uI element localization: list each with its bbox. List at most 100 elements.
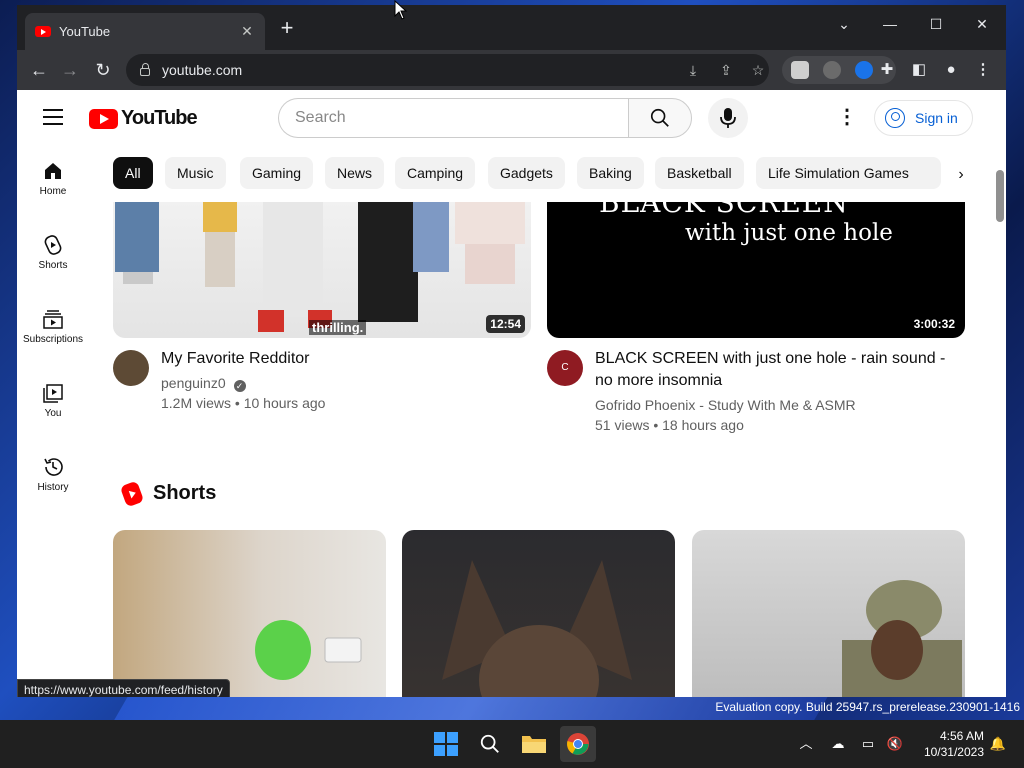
video-thumbnail[interactable]: thrilling. 12:54 bbox=[113, 202, 531, 338]
channel-name[interactable]: penguinz0 ✓ bbox=[161, 373, 246, 393]
chip-gaming[interactable]: Gaming bbox=[240, 157, 314, 189]
new-tab-button[interactable]: + bbox=[275, 17, 299, 41]
tray-overflow-chevron-icon[interactable]: ︿ bbox=[796, 734, 816, 754]
windows-taskbar: ︿ ☁ ▭ 🔇 4:56 AM 10/31/2023 🔔 bbox=[0, 720, 1024, 768]
network-icon[interactable]: ▭ bbox=[858, 734, 878, 754]
taskbar-search-button[interactable] bbox=[472, 726, 508, 762]
tab-search-chevron-icon[interactable]: ⌄ bbox=[821, 11, 867, 37]
thumbnail-overlay-text-2: with just one hole bbox=[685, 220, 893, 246]
chip-life-simulation-games[interactable]: Life Simulation Games bbox=[756, 157, 941, 189]
back-button[interactable]: ← bbox=[27, 58, 51, 82]
short-card[interactable] bbox=[113, 530, 386, 697]
guide-menu-icon[interactable] bbox=[43, 109, 63, 125]
you-icon bbox=[43, 384, 63, 403]
youtube-logo[interactable]: YouTube bbox=[89, 107, 198, 130]
video-title[interactable]: My Favorite Redditor bbox=[161, 348, 521, 370]
chrome-menu-icon[interactable]: ⋮ bbox=[971, 58, 995, 82]
chip-gadgets[interactable]: Gadgets bbox=[488, 157, 565, 189]
video-meta: 1.2M views • 10 hours ago bbox=[161, 395, 326, 411]
settings-menu-icon[interactable]: ⋮ bbox=[837, 107, 857, 128]
side-panel-icon[interactable]: ◧ bbox=[907, 58, 931, 82]
notification-bell-icon[interactable]: 🔔 bbox=[988, 734, 1008, 754]
video-thumbnail[interactable]: BLACK SCREEN with just one hole 3:00:32 bbox=[547, 202, 965, 338]
youtube-favicon-icon bbox=[35, 26, 51, 37]
channel-name-text: penguinz0 bbox=[161, 375, 226, 391]
video-title[interactable]: BLACK SCREEN with just one hole - rain s… bbox=[595, 348, 955, 392]
shorts-heading: Shorts bbox=[153, 482, 217, 504]
onedrive-icon[interactable]: ☁ bbox=[828, 734, 848, 754]
address-bar[interactable]: youtube.com ⤓ ⇪ ☆ bbox=[126, 54, 769, 86]
install-app-icon[interactable]: ⤓ bbox=[683, 60, 703, 80]
folder-icon bbox=[522, 736, 546, 753]
chip-next-arrow-icon[interactable]: › bbox=[949, 163, 973, 187]
search-input[interactable]: Search bbox=[278, 98, 628, 138]
extensions-puzzle-icon[interactable]: ✚ bbox=[875, 58, 899, 82]
history-icon bbox=[44, 458, 63, 476]
profile-icon[interactable]: ● bbox=[939, 58, 963, 82]
chrome-window: YouTube ✕ + ⌄ — ☐ ✕ ← → ↻ youtube.com ⤓ … bbox=[17, 5, 1006, 697]
verified-badge-icon: ✓ bbox=[233, 380, 246, 392]
short-card[interactable] bbox=[402, 530, 675, 697]
lock-icon[interactable] bbox=[140, 63, 150, 76]
voice-search-button[interactable] bbox=[708, 98, 748, 138]
short-card[interactable] bbox=[692, 530, 965, 697]
extension-1-icon[interactable] bbox=[791, 61, 809, 79]
account-icon bbox=[885, 108, 905, 128]
reload-button[interactable]: ↻ bbox=[91, 58, 115, 82]
channel-avatar[interactable]: C bbox=[547, 350, 583, 386]
extension-3-icon[interactable] bbox=[855, 61, 873, 79]
sign-in-label: Sign in bbox=[915, 110, 958, 126]
maximize-button[interactable]: ☐ bbox=[913, 11, 959, 37]
shorts-shelf-header: Shorts bbox=[119, 480, 217, 507]
thumbnail-overlay-text-1: BLACK SCREEN bbox=[599, 202, 849, 219]
chip-baking[interactable]: Baking bbox=[577, 157, 644, 189]
search-icon bbox=[480, 734, 499, 753]
chip-basketball[interactable]: Basketball bbox=[655, 157, 744, 189]
tab-close-icon[interactable]: ✕ bbox=[239, 23, 255, 40]
youtube-page: YouTube Search ⋮ Sign in Home Shorts Sub… bbox=[17, 90, 1006, 697]
shorts-logo-icon bbox=[119, 480, 145, 507]
chip-all[interactable]: All bbox=[113, 157, 153, 189]
chrome-icon bbox=[567, 733, 589, 755]
forward-button[interactable]: → bbox=[58, 58, 82, 82]
start-button[interactable] bbox=[428, 726, 464, 762]
tab-strip: YouTube ✕ + ⌄ — ☐ ✕ bbox=[17, 5, 1006, 50]
masthead: YouTube Search ⋮ Sign in bbox=[17, 90, 1006, 146]
short-thumbnail-art bbox=[442, 560, 632, 697]
guide-label: You bbox=[44, 408, 62, 419]
channel-avatar[interactable] bbox=[113, 350, 149, 386]
youtube-play-icon bbox=[89, 108, 118, 129]
page-scrollbar[interactable] bbox=[992, 90, 1006, 697]
video-meta: 51 views • 18 hours ago bbox=[595, 417, 744, 433]
clock-time: 4:56 AM bbox=[939, 729, 984, 743]
minimize-button[interactable]: — bbox=[867, 11, 913, 37]
scrollbar-thumb[interactable] bbox=[996, 170, 1004, 222]
feed-content: thrilling. 12:54 My Favorite Redditor pe… bbox=[113, 202, 985, 697]
share-icon[interactable]: ⇪ bbox=[716, 60, 736, 80]
sign-in-button[interactable]: Sign in bbox=[874, 100, 973, 136]
channel-name[interactable]: Gofrido Phoenix - Study With Me & ASMR bbox=[595, 395, 856, 415]
tab-youtube[interactable]: YouTube ✕ bbox=[25, 13, 265, 50]
system-clock[interactable]: 4:56 AM 10/31/2023 bbox=[912, 728, 984, 760]
search-button[interactable] bbox=[628, 98, 692, 138]
chip-camping[interactable]: Camping bbox=[395, 157, 476, 189]
guide-item-you[interactable]: You bbox=[17, 368, 89, 428]
guide-item-home[interactable]: Home bbox=[17, 146, 89, 206]
chrome-taskbar-button[interactable] bbox=[560, 726, 596, 762]
short-thumbnail-art bbox=[255, 620, 362, 680]
volume-muted-icon[interactable]: 🔇 bbox=[885, 734, 905, 754]
guide-label: Home bbox=[39, 186, 67, 197]
extension-2-icon[interactable] bbox=[823, 61, 841, 79]
clock-date: 10/31/2023 bbox=[923, 745, 984, 759]
chip-music[interactable]: Music bbox=[165, 157, 226, 189]
guide-item-history[interactable]: History bbox=[17, 442, 89, 502]
status-bubble-url: https://www.youtube.com/feed/history bbox=[17, 679, 230, 697]
file-explorer-button[interactable] bbox=[516, 726, 552, 762]
bookmark-star-icon[interactable]: ☆ bbox=[748, 60, 768, 80]
chip-news[interactable]: News bbox=[325, 157, 385, 189]
close-window-button[interactable]: ✕ bbox=[959, 11, 1005, 37]
guide-item-shorts[interactable]: Shorts bbox=[17, 220, 89, 280]
guide-item-subscriptions[interactable]: Subscriptions bbox=[17, 294, 89, 354]
tab-title: YouTube bbox=[59, 24, 111, 39]
video-duration: 12:54 bbox=[486, 315, 525, 333]
